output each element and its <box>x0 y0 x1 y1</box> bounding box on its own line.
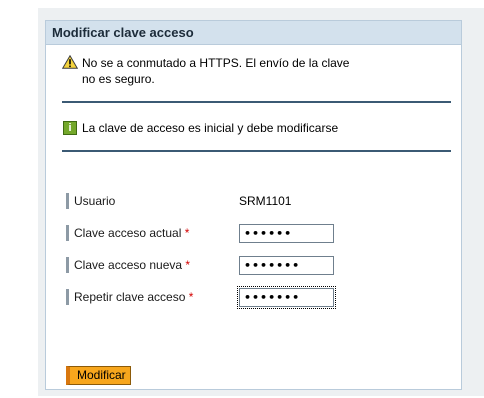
new-password-label: Clave acceso nueva * <box>74 258 239 272</box>
label-marker <box>66 257 69 273</box>
new-password-label-text: Clave acceso nueva <box>74 258 183 272</box>
label-marker <box>66 193 69 209</box>
warning-text-line2: no es seguro. <box>82 72 155 86</box>
current-password-field[interactable]: •••••• <box>239 223 334 243</box>
required-marker: * <box>184 226 190 240</box>
repeat-password-label: Repetir clave acceso * <box>74 290 239 304</box>
current-password-label-text: Clave acceso actual <box>74 226 182 240</box>
current-password-row: Clave acceso actual * •••••• <box>66 222 334 244</box>
label-marker <box>66 289 69 305</box>
required-marker: * <box>188 290 194 304</box>
new-password-field[interactable]: ••••••• <box>239 255 334 275</box>
user-row: Usuario SRM1101 <box>66 190 291 212</box>
info-icon: i <box>63 121 77 135</box>
warning-message: No se a conmutado a HTTPS. El envío de l… <box>62 55 451 103</box>
warning-text-line1: No se a conmutado a HTTPS. El envío de l… <box>82 56 350 70</box>
new-password-row: Clave acceso nueva * ••••••• <box>66 254 334 276</box>
info-message: i La clave de acceso es inicial y debe m… <box>62 120 451 152</box>
change-password-dialog: Modificar clave acceso No se a conmutado… <box>45 20 462 390</box>
label-marker <box>66 225 69 241</box>
user-value: SRM1101 <box>239 194 292 208</box>
repeat-password-field[interactable]: ••••••• <box>237 285 336 309</box>
repeat-password-label-text: Repetir clave acceso <box>74 290 186 304</box>
current-password-label: Clave acceso actual * <box>74 226 239 240</box>
info-text: La clave de acceso es inicial y debe mod… <box>82 121 339 135</box>
repeat-password-row: Repetir clave acceso * ••••••• <box>66 285 336 309</box>
modify-button[interactable]: Modificar <box>66 366 131 385</box>
required-marker: * <box>185 258 191 272</box>
dialog-title: Modificar clave acceso <box>46 21 461 45</box>
user-label: Usuario <box>74 194 116 208</box>
page: Modificar clave acceso No se a conmutado… <box>0 0 484 398</box>
warning-icon <box>62 55 78 69</box>
